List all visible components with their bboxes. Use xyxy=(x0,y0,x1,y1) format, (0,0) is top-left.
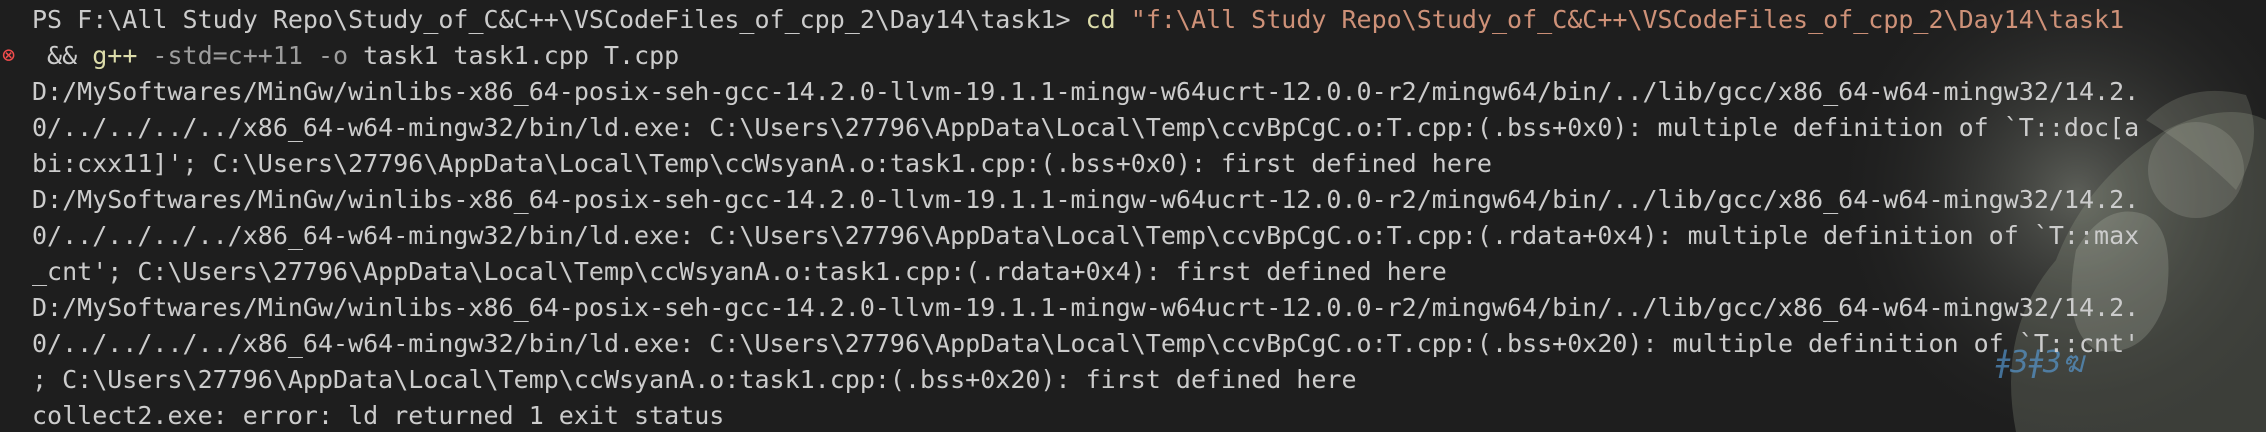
gpp-command: g++ xyxy=(92,41,138,70)
compiler-options: -std=c++11 -o xyxy=(137,41,364,70)
output-line: 0/../../../../x86_64-w64-mingw32/bin/ld.… xyxy=(32,221,2140,250)
terminal-line: ⊗ && g++ -std=c++11 -o task1 task1.cpp T… xyxy=(0,38,2266,74)
output-line: 0/../../../../x86_64-w64-mingw32/bin/ld.… xyxy=(32,113,2140,142)
terminal-line: PS F:\All Study Repo\Study_of_C&C++\VSCo… xyxy=(0,2,2266,38)
output-line: collect2.exe: error: ld returned 1 exit … xyxy=(32,401,725,430)
prompt-text: PS F:\All Study Repo\Study_of_C&C++\VSCo… xyxy=(32,5,1086,34)
output-line: D:/MySoftwares/MinGw/winlibs-x86_64-posi… xyxy=(32,185,2140,214)
output-line: D:/MySoftwares/MinGw/winlibs-x86_64-posi… xyxy=(32,77,2140,106)
and-operator: && xyxy=(32,41,93,70)
cd-path-string: "f:\All Study Repo\Study_of_C&C++\VSCode… xyxy=(1130,5,2125,34)
cd-command: cd xyxy=(1085,5,1116,34)
output-line: _cnt'; C:\Users\27796\AppData\Local\Temp… xyxy=(32,257,1447,286)
output-line: D:/MySoftwares/MinGw/winlibs-x86_64-posi… xyxy=(32,293,2140,322)
output-line: ; C:\Users\27796\AppData\Local\Temp\ccWs… xyxy=(32,365,1357,394)
terminal-panel[interactable]: ǂ3ǂ3ฆ PS F:\All Study Repo\Study_of_C&C+… xyxy=(0,0,2266,432)
compiler-args: task1 task1.cpp T.cpp xyxy=(363,41,680,70)
output-line: bi:cxx11]'; C:\Users\27796\AppData\Local… xyxy=(32,149,1492,178)
output-line: 0/../../../../x86_64-w64-mingw32/bin/ld.… xyxy=(32,329,2140,358)
error-icon[interactable]: ⊗ xyxy=(2,38,15,74)
terminal-output[interactable]: PS F:\All Study Repo\Study_of_C&C++\VSCo… xyxy=(0,0,2266,432)
